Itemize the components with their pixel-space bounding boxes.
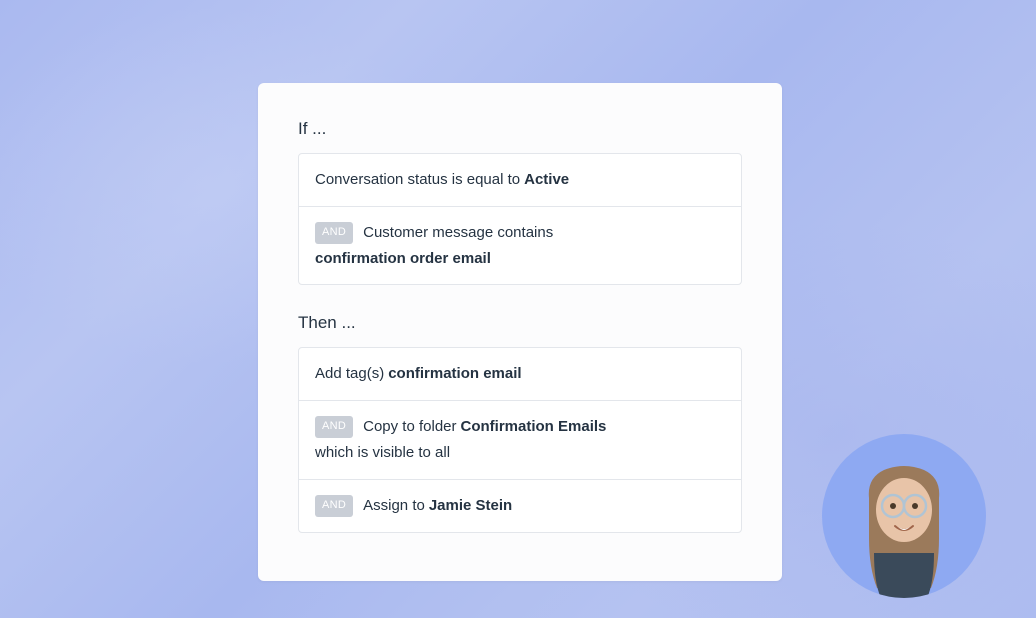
conditions-group: Conversation status is equal to Active A… [298,153,742,285]
condition-text: Customer message contains [363,222,553,244]
action-value: confirmation email [388,363,521,385]
action-value: Confirmation Emails [461,416,607,438]
condition-text: Conversation status is equal to [315,169,520,191]
action-text: Add tag(s) [315,363,384,385]
actions-group: Add tag(s) confirmation email AND Copy t… [298,347,742,532]
action-row[interactable]: Add tag(s) confirmation email [299,348,741,401]
workflow-card: If ... Conversation status is equal to A… [258,83,782,581]
condition-value: confirmation order email [315,248,491,270]
and-badge: AND [315,495,353,517]
condition-row[interactable]: Conversation status is equal to Active [299,154,741,207]
avatar [822,434,986,598]
action-value: Jamie Stein [429,495,512,517]
action-suffix: which is visible to all [315,442,450,464]
action-row[interactable]: AND Copy to folder Confirmation Emails w… [299,401,741,480]
action-text: Copy to folder [363,416,456,438]
action-text: Assign to [363,495,425,517]
and-badge: AND [315,416,353,438]
then-section-label: Then ... [298,313,742,333]
action-row[interactable]: AND Assign to Jamie Stein [299,480,741,532]
if-section-label: If ... [298,119,742,139]
avatar-placeholder-icon [839,448,969,598]
and-badge: AND [315,222,353,244]
condition-value: Active [524,169,569,191]
condition-row[interactable]: AND Customer message contains confirmati… [299,207,741,285]
